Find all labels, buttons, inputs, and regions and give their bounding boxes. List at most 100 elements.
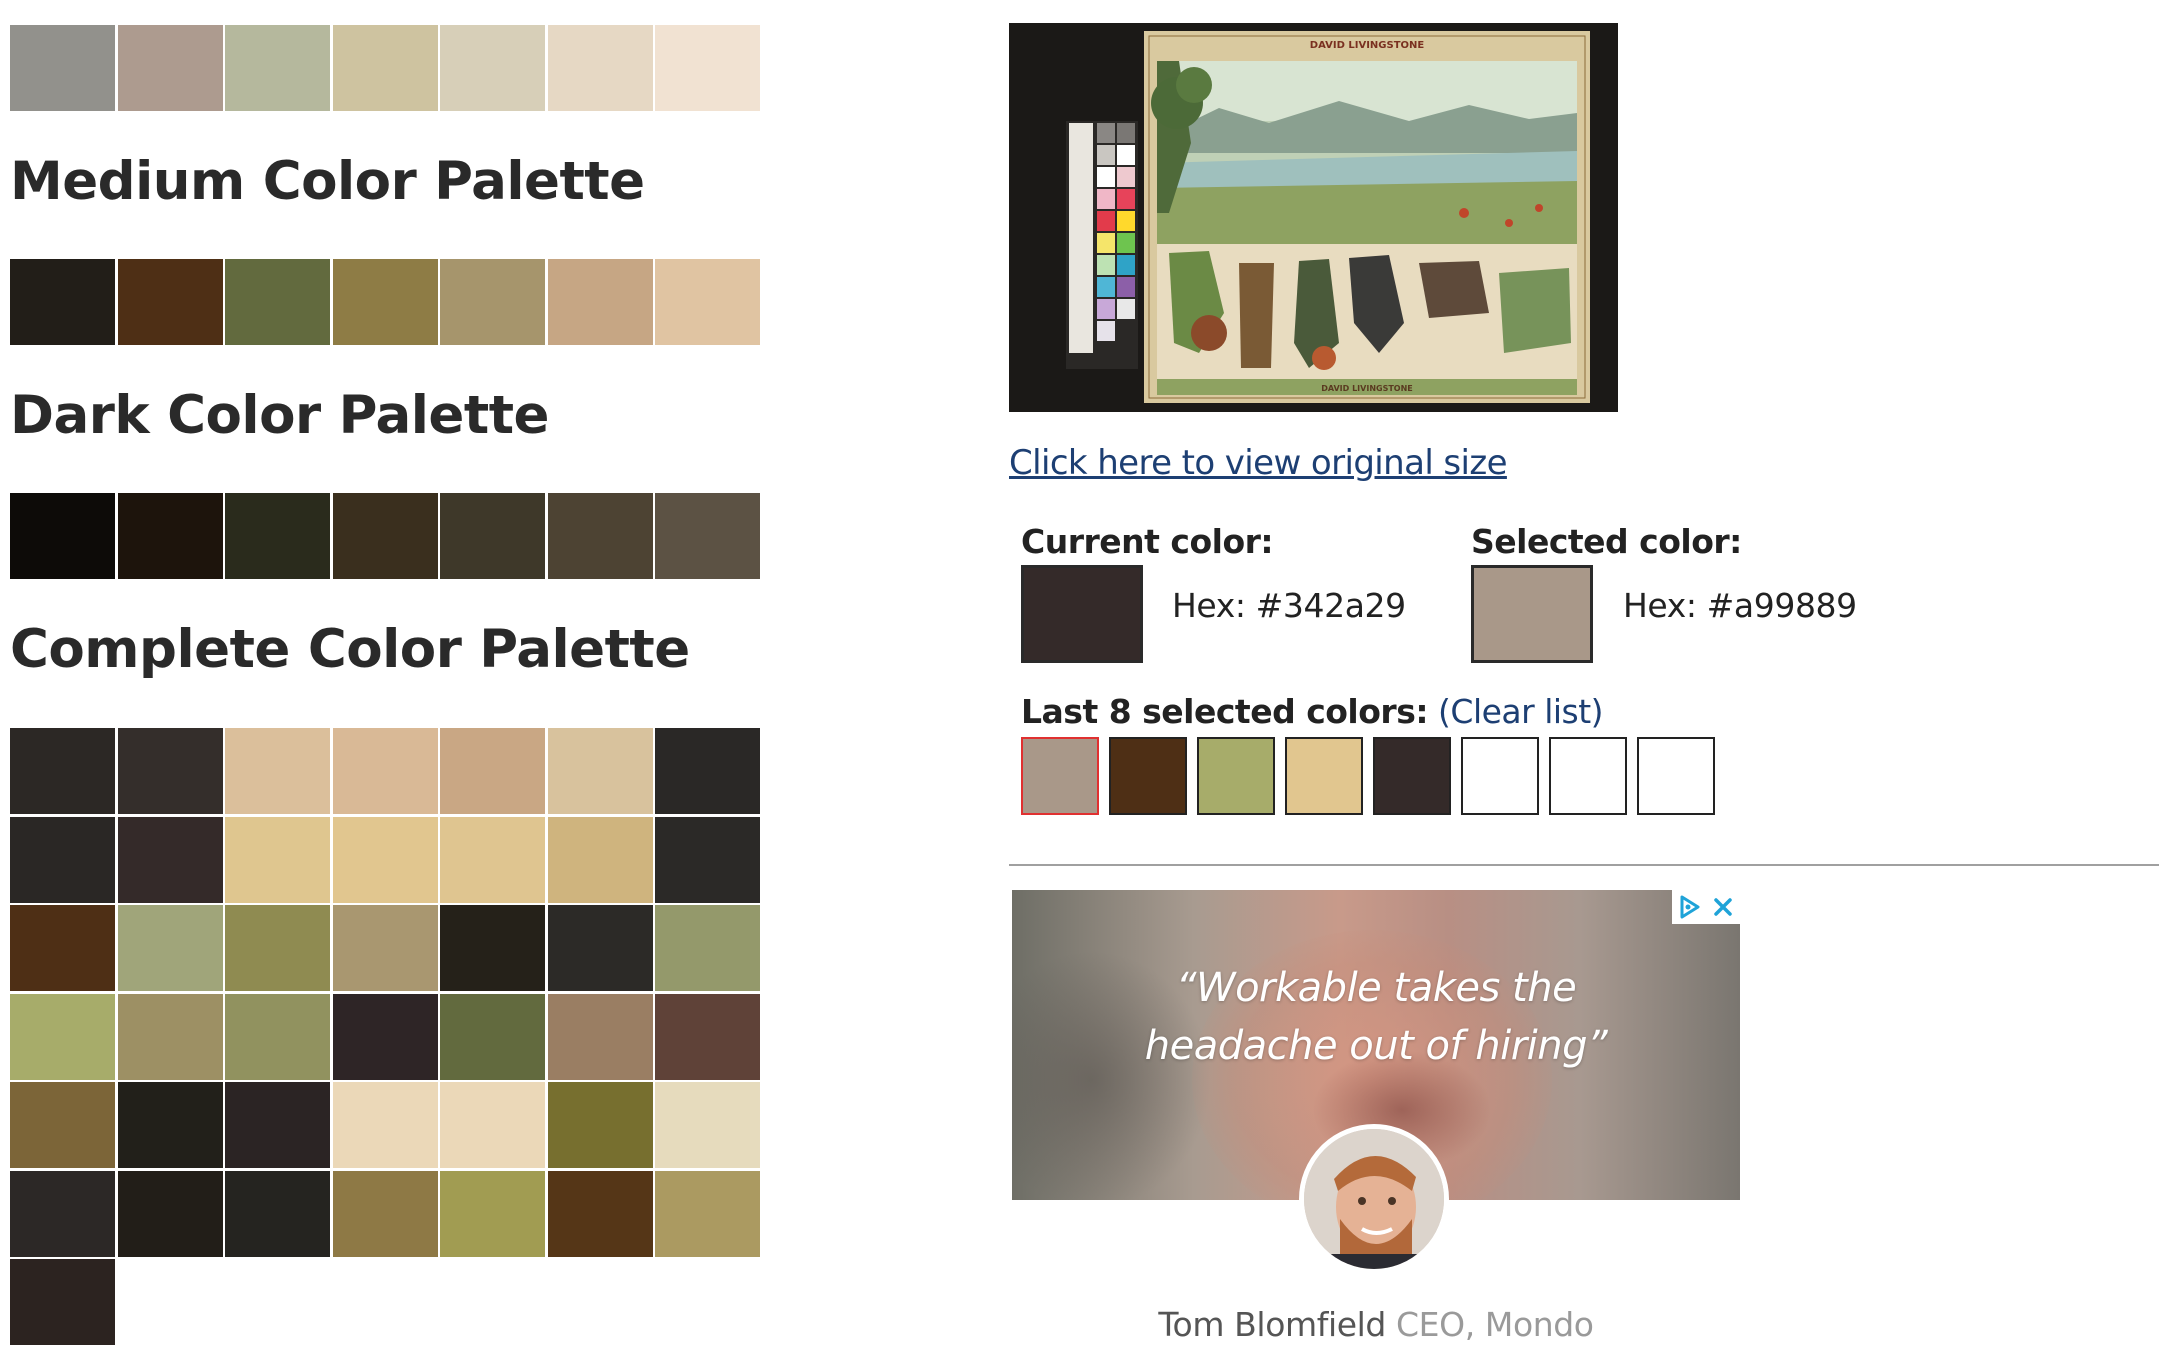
medium-palette-title: Medium Color Palette	[10, 151, 645, 212]
light-palette-swatch[interactable]	[225, 25, 330, 111]
medium-palette-swatch[interactable]	[547, 259, 653, 345]
recent-color-swatch[interactable]	[1197, 737, 1275, 815]
recent-color-swatch[interactable]	[1549, 737, 1627, 815]
complete-palette-swatch[interactable]	[655, 905, 760, 991]
artwork-illustration: DAVID LIVINGSTONE DAVID LIVINGSTONE	[1009, 23, 1618, 412]
complete-palette-swatch[interactable]	[655, 816, 760, 903]
light-palette-swatch[interactable]	[440, 25, 545, 111]
complete-palette-swatch[interactable]	[117, 905, 223, 991]
selected-color-hex: Hex: #a99889	[1623, 586, 1857, 625]
complete-palette-swatch[interactable]	[10, 905, 115, 991]
light-palette-swatch[interactable]	[332, 25, 438, 111]
recent-color-swatch[interactable]	[1109, 737, 1187, 815]
complete-palette-swatch[interactable]	[440, 728, 545, 814]
medium-palette-swatch[interactable]	[655, 259, 760, 345]
complete-palette-swatch[interactable]	[655, 728, 760, 814]
dark-palette-swatch[interactable]	[225, 493, 330, 579]
close-icon[interactable]	[1706, 890, 1740, 924]
advertisement: “Workable takes the headache out of hiri…	[1012, 890, 1740, 1346]
medium-palette-swatch[interactable]	[117, 259, 223, 345]
clear-list-open-paren: (	[1428, 692, 1451, 731]
recent-color-swatch[interactable]	[1461, 737, 1539, 815]
dark-palette-swatch[interactable]	[117, 493, 223, 579]
dark-palette-swatch[interactable]	[440, 493, 545, 579]
complete-palette-swatch[interactable]	[117, 1170, 223, 1257]
complete-palette-swatch[interactable]	[10, 1170, 115, 1257]
complete-palette-swatch[interactable]	[547, 816, 653, 903]
adchoices-icon[interactable]	[1672, 890, 1706, 924]
current-color-swatch	[1021, 565, 1143, 663]
light-palette-swatch[interactable]	[547, 25, 653, 111]
clear-list-close-paren: )	[1590, 692, 1604, 731]
complete-palette-swatch[interactable]	[332, 816, 438, 903]
complete-palette-swatch[interactable]	[547, 1170, 653, 1257]
complete-palette-swatch[interactable]	[655, 1082, 760, 1168]
complete-palette-swatch[interactable]	[547, 728, 653, 814]
artwork-header-text: DAVID LIVINGSTONE	[1310, 40, 1425, 51]
complete-palette-swatch[interactable]	[440, 1170, 545, 1257]
complete-palette-swatch[interactable]	[225, 816, 330, 903]
complete-palette-swatch[interactable]	[10, 1082, 115, 1168]
complete-palette-swatch[interactable]	[332, 905, 438, 991]
complete-palette-swatch[interactable]	[117, 993, 223, 1080]
complete-palette-swatch[interactable]	[10, 1259, 115, 1345]
dark-palette-swatch[interactable]	[655, 493, 760, 579]
medium-palette-swatch[interactable]	[225, 259, 330, 345]
complete-palette-swatch[interactable]	[225, 993, 330, 1080]
complete-palette-swatch[interactable]	[225, 728, 330, 814]
complete-palette-swatch[interactable]	[547, 905, 653, 991]
complete-palette-swatch[interactable]	[440, 816, 545, 903]
current-color-hex: Hex: #342a29	[1172, 586, 1406, 625]
complete-palette-swatch[interactable]	[547, 993, 653, 1080]
dark-palette-swatch[interactable]	[10, 493, 115, 579]
complete-palette-swatch[interactable]	[117, 816, 223, 903]
medium-palette-swatch[interactable]	[440, 259, 545, 345]
complete-palette-swatch[interactable]	[440, 905, 545, 991]
medium-palette-swatch[interactable]	[332, 259, 438, 345]
dark-palette	[10, 493, 760, 579]
section-divider	[1009, 864, 2159, 866]
ad-person-name: Tom Blomfield	[1158, 1305, 1386, 1344]
complete-palette-swatch[interactable]	[332, 993, 438, 1080]
last-selected-colors	[1021, 737, 1715, 815]
complete-palette-swatch[interactable]	[332, 1170, 438, 1257]
ad-quote-line2: headache out of hiring”	[1144, 1023, 1608, 1069]
recent-color-swatch[interactable]	[1021, 737, 1099, 815]
artwork-footer-text: DAVID LIVINGSTONE	[1321, 384, 1413, 393]
recent-color-swatch[interactable]	[1373, 737, 1451, 815]
complete-palette-swatch[interactable]	[547, 1082, 653, 1168]
dark-palette-swatch[interactable]	[547, 493, 653, 579]
light-palette-swatch[interactable]	[117, 25, 223, 111]
complete-palette-swatch[interactable]	[117, 1082, 223, 1168]
complete-palette-swatch[interactable]	[10, 993, 115, 1080]
ad-person-role: CEO, Mondo	[1385, 1305, 1594, 1344]
complete-palette-swatch[interactable]	[225, 1082, 330, 1168]
recent-color-swatch[interactable]	[1637, 737, 1715, 815]
light-palette-swatch[interactable]	[10, 25, 115, 111]
complete-palette-swatch[interactable]	[225, 905, 330, 991]
complete-palette-title: Complete Color Palette	[10, 619, 690, 680]
complete-palette-swatch[interactable]	[117, 728, 223, 814]
complete-palette-swatch[interactable]	[332, 1082, 438, 1168]
complete-palette-swatch[interactable]	[10, 728, 115, 814]
clear-list-link[interactable]: Clear list	[1450, 692, 1591, 731]
ad-quote-line1: “Workable takes the	[1175, 965, 1577, 1011]
ad-person-caption: Tom Blomfield CEO, Mondo	[1012, 1305, 1740, 1344]
last-selected-label-row: Last 8 selected colors: (Clear list)	[1021, 692, 1604, 731]
view-original-size-link[interactable]: Click here to view original size	[1009, 443, 1508, 483]
artwork-image[interactable]: DAVID LIVINGSTONE DAVID LIVINGSTONE	[1009, 23, 1618, 412]
complete-palette-swatch[interactable]	[655, 993, 760, 1080]
ad-person-avatar	[1299, 1124, 1449, 1274]
complete-palette-swatch[interactable]	[225, 1170, 330, 1257]
complete-palette-swatch[interactable]	[332, 728, 438, 814]
dark-palette-swatch[interactable]	[332, 493, 438, 579]
medium-palette-swatch[interactable]	[10, 259, 115, 345]
complete-palette	[10, 728, 760, 1345]
complete-palette-swatch[interactable]	[10, 816, 115, 903]
selected-color-swatch	[1471, 565, 1593, 663]
complete-palette-swatch[interactable]	[655, 1170, 760, 1257]
complete-palette-swatch[interactable]	[440, 1082, 545, 1168]
light-palette-swatch[interactable]	[655, 25, 760, 111]
recent-color-swatch[interactable]	[1285, 737, 1363, 815]
complete-palette-swatch[interactable]	[440, 993, 545, 1080]
